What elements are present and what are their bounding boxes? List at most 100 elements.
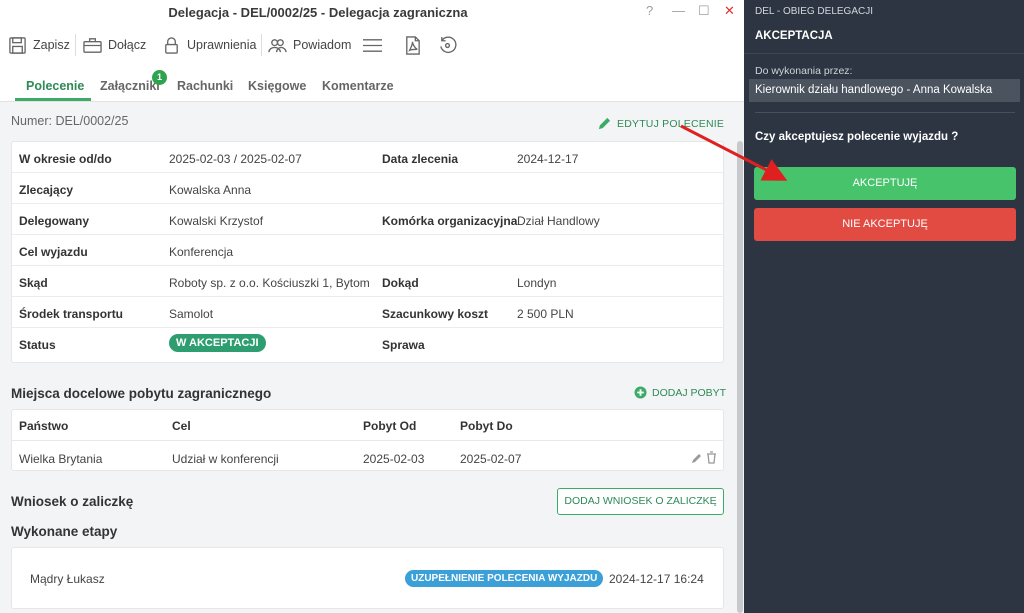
status-label: Status (19, 338, 56, 352)
hamburger-menu-icon (363, 38, 382, 52)
stages-title: Wykonane etapy (11, 524, 118, 539)
lock-icon (165, 36, 178, 54)
main-panel: Delegacja - DEL/0002/25 - Delegacja zagr… (0, 0, 744, 613)
tab-polecenie[interactable]: Polecenie (26, 79, 84, 93)
destinations-table: Państwo Cel Pobyt Od Pobyt Do Wielka Bry… (11, 409, 724, 471)
workflow-sidebar: DEL - OBIEG DELEGACJI AKCEPTACJA Do wyko… (744, 0, 1024, 613)
assignee-value: Kierownik działu handlowego - Anna Kowal… (749, 79, 1020, 102)
destinations-title: Miejsca docelowe pobytu zagranicznego (11, 386, 272, 401)
pencil-icon (598, 117, 611, 130)
window-title: Delegacja - DEL/0002/25 - Delegacja zagr… (168, 5, 468, 20)
edit-order-button[interactable]: EDYTUJ POLECENIE (598, 117, 724, 130)
attach-button[interactable]: Dołącz (83, 35, 146, 55)
add-advance-request-button[interactable]: DODAJ WNIOSEK O ZALICZKĘ (557, 488, 724, 515)
order-date-value: 2024-12-17 (517, 152, 579, 166)
detail-row: W okresie od/do 2025-02-03 / 2025-02-07 … (12, 142, 723, 173)
delegate-value: Kowalski Krzystof (169, 214, 264, 228)
column-header: Pobyt Do (460, 419, 513, 433)
title-bar: Delegacja - DEL/0002/25 - Delegacja zagr… (0, 0, 744, 26)
stage-time: 2024-12-17 16:24 (609, 572, 704, 586)
floppy-icon (9, 36, 26, 54)
pdf-button[interactable] (403, 35, 422, 55)
save-label: Zapisz (33, 38, 70, 52)
permissions-button[interactable]: Uprawnienia (162, 35, 256, 55)
table-divider (12, 440, 723, 441)
transport-label: Środek transportu (19, 307, 124, 321)
history-icon (440, 36, 457, 53)
toolbar-divider (261, 34, 262, 56)
ordering-person-label: Zlecający (19, 183, 74, 197)
detail-row: Cel wyjazdu Konferencja (12, 235, 723, 266)
column-header: Cel (172, 419, 191, 433)
briefcase-icon (83, 37, 102, 53)
detail-row: Skąd Roboty sp. z o.o. Kościuszki 1, Byt… (12, 266, 723, 297)
purpose-label: Cel wyjazdu (19, 245, 88, 259)
add-stay-label: DODAJ POBYT (652, 386, 727, 399)
delegate-label: Delegowany (19, 214, 90, 228)
column-header: Pobyt Od (363, 419, 417, 433)
table-cell: Udział w konferencji (172, 452, 279, 466)
table-cell: 2025-02-07 (460, 452, 522, 466)
add-stay-button[interactable]: DODAJ POBYT (634, 386, 726, 399)
estimated-cost-label: Szacunkowy koszt (382, 307, 489, 321)
department-value: Dział Handlowy (517, 214, 600, 228)
menu-button[interactable] (363, 35, 382, 55)
history-button[interactable] (438, 35, 457, 55)
period-value: 2025-02-03 / 2025-02-07 (169, 152, 302, 166)
assignee-label: Do wykonania przez: (755, 65, 853, 77)
stage-person: Mądry Łukasz (30, 572, 105, 586)
trash-icon[interactable] (706, 451, 717, 464)
column-header: Państwo (19, 419, 69, 433)
edit-row-icon[interactable] (691, 452, 703, 464)
notify-label: Powiadom (293, 38, 352, 52)
purpose-value: Konferencja (169, 245, 234, 259)
reject-button[interactable]: NIE AKCEPTUJĘ (754, 208, 1016, 241)
to-value: Londyn (517, 276, 557, 290)
department-label: Komórka organizacyjna (382, 214, 518, 228)
stages-list: Mądry Łukasz UZUPEŁNIENIE POLECENIA WYJA… (11, 547, 724, 609)
order-date-label: Data zlecenia (382, 152, 459, 166)
table-cell: Wielka Brytania (19, 452, 103, 466)
accept-question: Czy akceptujesz polecenie wyjazdu ? (755, 131, 959, 143)
divider (744, 53, 1024, 54)
sidebar-title: AKCEPTACJA (755, 30, 833, 42)
stage-badge: UZUPEŁNIENIE POLECENIA WYJAZDU (405, 570, 604, 587)
sidebar-header: DEL - OBIEG DELEGACJI (755, 6, 873, 17)
edit-order-label: EDYTUJ POLECENIE (617, 117, 725, 130)
toolbar-divider (75, 34, 76, 56)
notify-button[interactable]: Powiadom (268, 35, 351, 55)
to-label: Dokąd (382, 276, 419, 290)
details-card: W okresie od/do 2025-02-03 / 2025-02-07 … (11, 141, 724, 363)
toolbar: Zapisz Dołącz Uprawnienia Powiadom (0, 26, 744, 64)
status-badge: W AKCEPTACJI (169, 334, 266, 352)
advance-title: Wniosek o zaliczkę (11, 494, 134, 509)
permissions-label: Uprawnienia (187, 38, 257, 52)
users-icon (268, 38, 287, 52)
scrollbar[interactable] (737, 141, 743, 613)
period-label: W okresie od/do (19, 152, 112, 166)
tab-ksiegowe[interactable]: Księgowe (248, 79, 306, 93)
tab-zalaczniki[interactable]: Załączniki (100, 79, 160, 93)
detail-row: Status W AKCEPTACJI Sprawa (12, 328, 723, 359)
tab-komentarze[interactable]: Komentarze (322, 79, 394, 93)
estimated-cost-value: 2 500 PLN (517, 307, 574, 321)
from-value: Roboty sp. z o.o. Kościuszki 1, Bytom (169, 276, 370, 290)
maximize-icon[interactable]: ☐ (698, 3, 710, 19)
detail-row: Delegowany Kowalski Krzystof Komórka org… (12, 204, 723, 235)
plus-circle-icon (634, 386, 647, 399)
detail-row: Środek transportu Samolot Szacunkowy kos… (12, 297, 723, 328)
attachments-count-badge: 1 (152, 70, 167, 85)
save-button[interactable]: Zapisz (8, 35, 70, 55)
close-icon[interactable]: ✕ (724, 3, 735, 19)
active-tab-indicator (15, 98, 91, 101)
document-number: Numer: DEL/0002/25 (11, 114, 129, 128)
tab-rachunki[interactable]: Rachunki (177, 79, 233, 93)
ordering-person-value: Kowalska Anna (169, 183, 252, 197)
accept-button[interactable]: AKCEPTUJĘ (754, 167, 1016, 200)
help-icon[interactable]: ? (646, 3, 653, 18)
attach-label: Dołącz (108, 38, 147, 52)
pdf-icon (406, 35, 420, 55)
minimize-icon[interactable]: — (672, 3, 685, 18)
from-label: Skąd (19, 276, 48, 290)
detail-row: Zlecający Kowalska Anna (12, 173, 723, 204)
